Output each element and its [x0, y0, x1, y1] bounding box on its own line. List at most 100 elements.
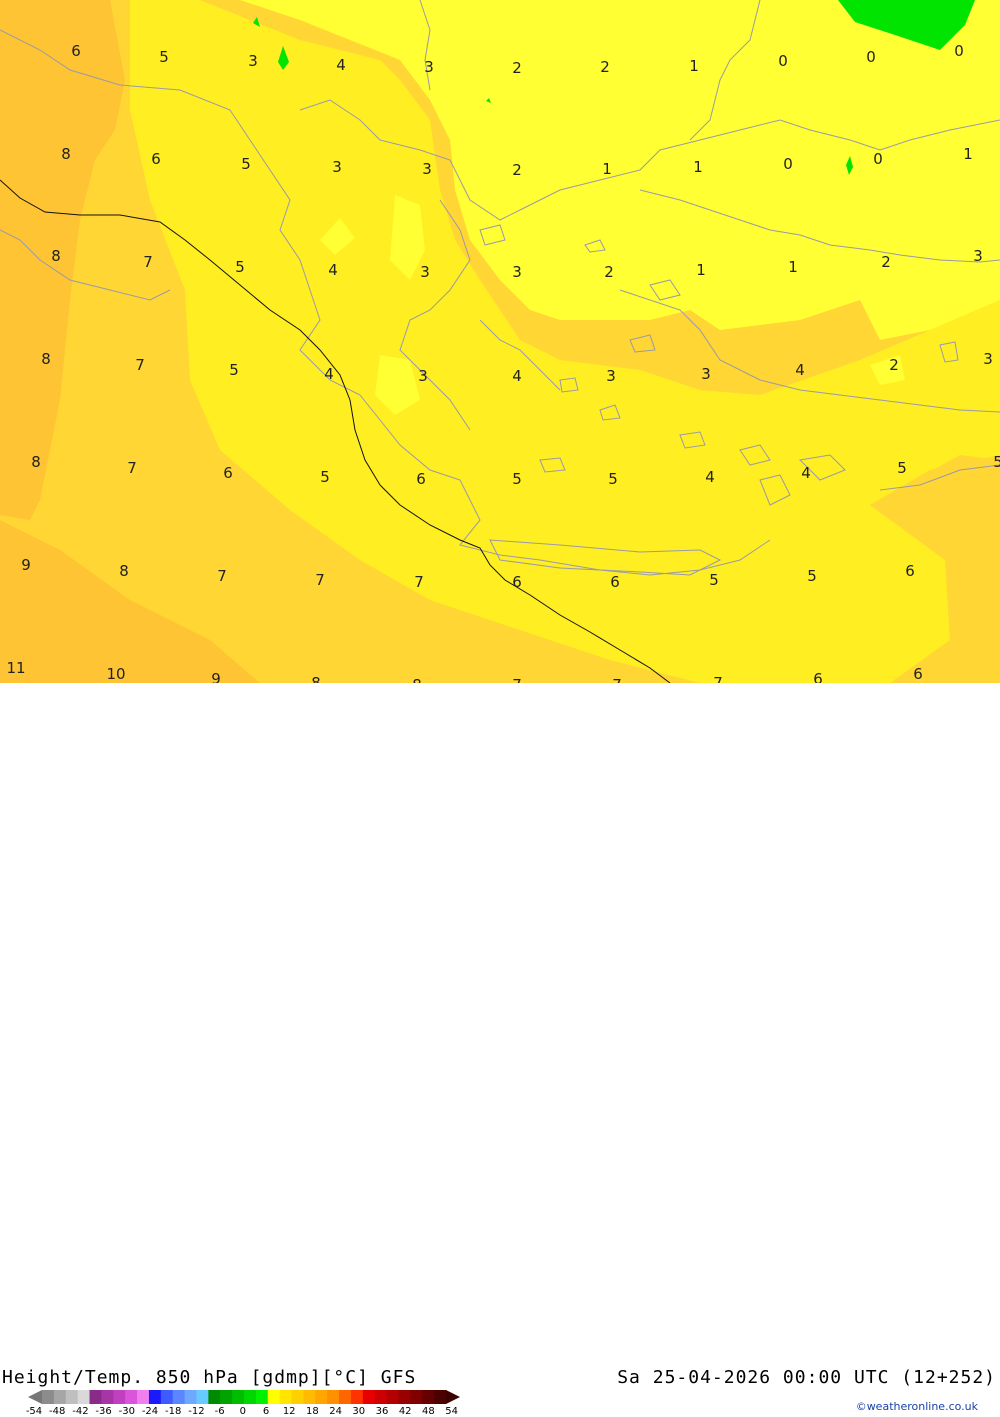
temperature-value: 3	[418, 367, 428, 385]
temperature-value: 5	[993, 453, 1000, 471]
temperature-value: 7	[217, 567, 227, 585]
scale-swatch	[232, 1390, 245, 1404]
scale-label: -54	[25, 1406, 43, 1417]
scale-label: 0	[239, 1406, 246, 1417]
scale-swatch	[327, 1390, 340, 1404]
temperature-value: 4	[795, 361, 805, 379]
temperature-value: 5	[897, 459, 907, 477]
credit-link[interactable]: ©weatheronline.co.uk	[856, 1400, 978, 1413]
temperature-value: 3	[983, 350, 993, 368]
scale-label: -36	[95, 1406, 112, 1417]
temperature-value: 5	[608, 470, 618, 488]
temperature-value: 3	[420, 263, 430, 281]
scale-swatch	[422, 1390, 435, 1404]
scale-swatch	[160, 1390, 174, 1404]
temperature-value: 4	[324, 365, 334, 383]
temperature-value: 4	[512, 367, 522, 385]
scale-arrow-high	[446, 1390, 460, 1404]
temperature-value: 1	[788, 258, 798, 276]
temperature-value: 8	[61, 145, 71, 163]
temperature-value: 6	[813, 670, 823, 683]
temperature-value: 0	[778, 52, 788, 70]
temperature-value: 3	[512, 263, 522, 281]
scale-label: 24	[329, 1406, 342, 1417]
scale-swatch	[398, 1390, 411, 1404]
temperature-value: 9	[211, 670, 221, 683]
temperature-value: 7	[315, 571, 325, 589]
temperature-value: 6	[512, 573, 522, 591]
temperature-value: 7	[143, 253, 153, 271]
temperature-value: 11	[6, 659, 26, 677]
scale-swatch	[220, 1390, 233, 1404]
temperature-value: 5	[512, 470, 522, 488]
temperature-value: 5	[320, 468, 330, 486]
scale-label: 12	[282, 1406, 296, 1417]
scale-swatch	[42, 1390, 55, 1404]
valid-datetime: Sa 25-04-2026 00:00 UTC (12+252)	[617, 1367, 996, 1388]
temperature-value: 0	[873, 150, 883, 168]
scale-label: 30	[352, 1406, 366, 1417]
scale-swatch	[303, 1390, 316, 1404]
temperature-value: 5	[241, 155, 251, 173]
temperature-value: 6	[151, 150, 161, 168]
temperature-value: 10	[106, 665, 126, 683]
temperature-value: 5	[235, 258, 245, 276]
temperature-value: 7	[612, 676, 622, 683]
temperature-value: 4	[328, 261, 338, 279]
scale-swatch	[315, 1390, 328, 1404]
temperature-value: 5	[709, 571, 719, 589]
scale-label: 6	[262, 1406, 270, 1417]
scale-arrow-low	[28, 1390, 42, 1404]
temperature-value: 4	[705, 468, 715, 486]
temperature-value: 1	[696, 261, 706, 279]
scale-swatch	[184, 1390, 197, 1404]
scale-swatch	[113, 1390, 126, 1404]
temperature-value: 0	[783, 155, 793, 173]
scale-swatch	[279, 1390, 293, 1404]
scale-swatch	[89, 1390, 102, 1404]
temperature-value: 0	[866, 48, 876, 66]
color-scale-bar	[28, 1390, 460, 1404]
temperature-value: 6	[223, 464, 233, 482]
scale-swatch	[267, 1390, 281, 1404]
scale-swatch	[137, 1390, 150, 1404]
scale-label: -6	[214, 1406, 225, 1417]
temperature-value: 3	[248, 52, 258, 70]
temperature-value: 7	[414, 573, 424, 591]
scale-label: -24	[141, 1406, 159, 1417]
temperature-value: 1	[689, 57, 699, 75]
scale-swatch	[101, 1390, 114, 1404]
temperature-value: 5	[807, 567, 817, 585]
temperature-value: 3	[424, 58, 434, 76]
temperature-value: 2	[512, 161, 522, 179]
temperature-value: 1	[693, 158, 703, 176]
scale-swatch	[374, 1390, 388, 1404]
scale-swatch	[148, 1390, 162, 1404]
scale-swatch	[350, 1390, 364, 1404]
scale-label: 18	[306, 1406, 319, 1417]
temperature-value: 6	[905, 562, 915, 580]
temperature-value: 3	[422, 160, 432, 178]
temperature-value: 9	[21, 556, 31, 574]
temperature-value: 3	[606, 367, 616, 385]
scale-label: -30	[118, 1406, 135, 1417]
scale-swatch	[410, 1390, 423, 1404]
map-title: Height/Temp. 850 hPa [gdmp][°C] GFS	[2, 1367, 417, 1388]
scale-swatch	[172, 1390, 186, 1404]
scale-label: -48	[49, 1406, 66, 1417]
temperature-value: 8	[31, 453, 41, 471]
scale-swatch	[196, 1390, 209, 1404]
temperature-value: 4	[801, 464, 811, 482]
scale-swatch	[339, 1390, 352, 1404]
temperature-value: 7	[135, 356, 145, 374]
scale-swatch	[65, 1390, 79, 1404]
temperature-value: 0	[954, 42, 964, 60]
temperature-value: 2	[512, 59, 522, 77]
scale-swatch	[77, 1390, 91, 1404]
temperature-value: 6	[913, 665, 923, 683]
temperature-value: 8	[412, 676, 422, 683]
temperature-value: 3	[973, 247, 983, 265]
temperature-value: 6	[71, 42, 81, 60]
temperature-value: 2	[889, 356, 899, 374]
temperature-value: 7	[713, 674, 723, 683]
